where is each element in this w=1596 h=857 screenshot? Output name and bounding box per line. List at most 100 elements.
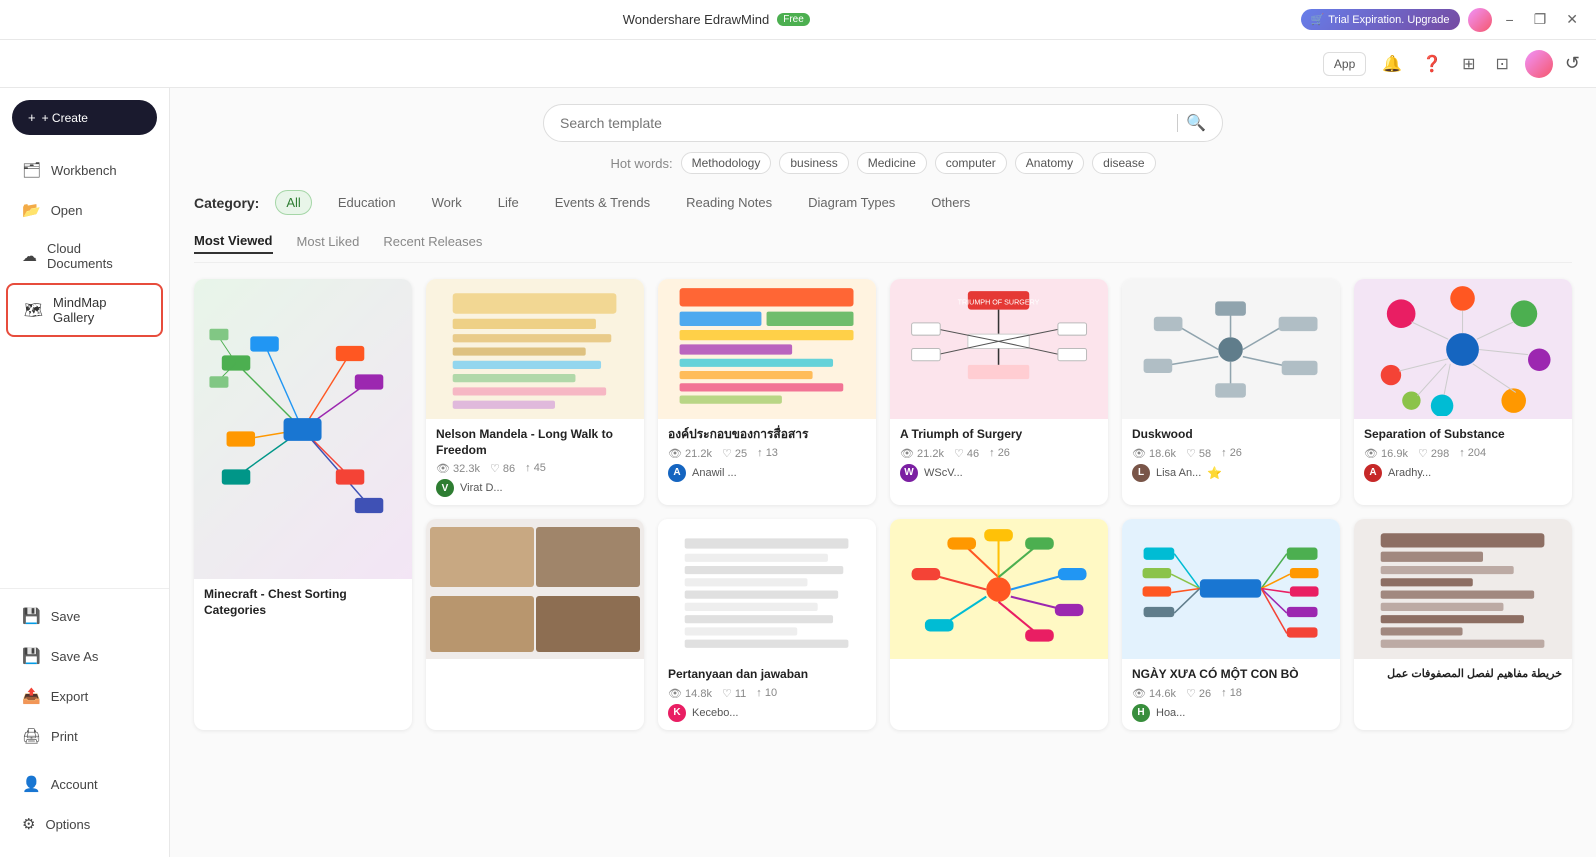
- separation-card-body: Separation of Substance 👁 16.9k ♡ 298 ↑ …: [1354, 419, 1572, 490]
- category-row: Category: All Education Work Life Events…: [194, 190, 1572, 215]
- plus-icon: +: [28, 110, 36, 125]
- minimize-button[interactable]: −: [1500, 10, 1520, 30]
- ngayxua-author-avatar: H: [1132, 704, 1150, 722]
- help-icon[interactable]: ❓: [1418, 50, 1446, 78]
- refresh-icon[interactable]: ↺: [1565, 53, 1580, 74]
- pertanyaan-title: Pertanyaan dan jawaban: [668, 667, 866, 683]
- create-button[interactable]: + + Create: [12, 100, 157, 135]
- ong-author-avatar: A: [668, 464, 686, 482]
- cloud-icon: ☁: [22, 247, 37, 265]
- free-badge: Free: [777, 13, 810, 26]
- card-ong[interactable]: องค์ประกอบของการสื่อสาร 👁 21.2k ♡ 25 ↑ 1…: [658, 279, 876, 505]
- toolbar: App 🔔 ❓ ⊞ ⊡ ↺: [0, 40, 1596, 88]
- sidebar-item-print[interactable]: 🖨 Print: [6, 717, 163, 755]
- ong-stats: 👁 21.2k ♡ 25 ↑ 13: [668, 447, 866, 460]
- category-work[interactable]: Work: [422, 191, 472, 214]
- category-reading[interactable]: Reading Notes: [676, 191, 782, 214]
- sidebar-item-mindmap-gallery[interactable]: 🗺 MindMap Gallery: [6, 283, 163, 337]
- user-avatar[interactable]: [1468, 8, 1492, 32]
- nelson-likes: ♡ 86: [490, 462, 515, 475]
- nelson-comments: ↑ 45: [525, 462, 546, 475]
- card-pertanyaan[interactable]: Pertanyaan dan jawaban 👁 14.8k ♡ 11 ↑ 10…: [658, 519, 876, 730]
- search-button[interactable]: 🔍: [1186, 113, 1206, 133]
- card-historical[interactable]: [426, 519, 644, 730]
- ong-author: A Anawil ...: [668, 464, 866, 482]
- arabic-card-body: خريطة مفاهيم لفصل المصفوفات عمل: [1354, 659, 1572, 693]
- sidebar-item-workbench[interactable]: 🗂 Workbench: [6, 151, 163, 189]
- tab-most-liked[interactable]: Most Liked: [297, 229, 360, 254]
- sidebar-item-open[interactable]: 📂 Open: [6, 191, 163, 229]
- nelson-views: 👁 32.3k: [436, 462, 480, 475]
- card-ngay-xua[interactable]: NGÀY XƯA CÓ MỘT CON BÒ 👁 14.6k ♡ 26 ↑ 18…: [1122, 519, 1340, 730]
- triumph-title: A Triumph of Surgery: [900, 427, 1098, 443]
- ngayxua-preview: [1127, 523, 1334, 656]
- account-icon: 👤: [22, 775, 41, 793]
- category-life[interactable]: Life: [488, 191, 529, 214]
- options-icon: ⚙: [22, 815, 35, 833]
- tabs-row: Most Viewed Most Liked Recent Releases: [194, 229, 1572, 263]
- hot-tag-methodology[interactable]: Methodology: [681, 152, 772, 174]
- nelson-stats: 👁 32.3k ♡ 86 ↑ 45: [436, 462, 634, 475]
- hot-tag-anatomy[interactable]: Anatomy: [1015, 152, 1084, 174]
- restore-button[interactable]: ❐: [1528, 9, 1553, 30]
- pertanyaan-author: K Kecebo...: [668, 704, 866, 722]
- tab-recent[interactable]: Recent Releases: [383, 229, 482, 254]
- search-input[interactable]: [560, 115, 1169, 131]
- card-arabic[interactable]: خريطة مفاهيم لفصل المصفوفات عمل: [1354, 519, 1572, 730]
- sidebar-item-cloud[interactable]: ☁ Cloud Documents: [6, 231, 163, 281]
- triumph-author: W WScV...: [900, 464, 1098, 482]
- separation-preview: [1359, 283, 1566, 416]
- card-nelson[interactable]: Nelson Mandela - Long Walk to Freedom 👁 …: [426, 279, 644, 505]
- toolbar-avatar[interactable]: [1525, 50, 1553, 78]
- hot-tag-disease[interactable]: disease: [1092, 152, 1155, 174]
- triumph-preview: TRIUMPH OF SURGERY: [895, 283, 1102, 416]
- duskwood-card-body: Duskwood 👁 18.6k ♡ 58 ↑ 26 L Lisa An... …: [1122, 419, 1340, 490]
- sidebar-item-save[interactable]: 💾 Save: [6, 597, 163, 635]
- export-icon: 📤: [22, 687, 41, 705]
- radial-title: [900, 667, 1098, 679]
- separation-author: A Aradhy...: [1364, 464, 1562, 482]
- nelson-author-avatar: V: [436, 479, 454, 497]
- titlebar-center: Wondershare EdrawMind Free: [623, 12, 810, 27]
- tab-most-viewed[interactable]: Most Viewed: [194, 229, 273, 254]
- sidebar-item-save-as[interactable]: 💾 Save As: [6, 637, 163, 675]
- duskwood-preview: [1127, 283, 1334, 416]
- hot-tag-medicine[interactable]: Medicine: [857, 152, 927, 174]
- minecraft-title: Minecraft - Chest Sorting Categories: [204, 587, 402, 618]
- card-duskwood[interactable]: Duskwood 👁 18.6k ♡ 58 ↑ 26 L Lisa An... …: [1122, 279, 1340, 505]
- category-others[interactable]: Others: [921, 191, 980, 214]
- nelson-title: Nelson Mandela - Long Walk to Freedom: [436, 427, 634, 458]
- titlebar-right: 🛒 Trial Expiration. Upgrade − ❐ ✕: [1301, 8, 1584, 32]
- hot-tag-computer[interactable]: computer: [935, 152, 1007, 174]
- card-minecraft[interactable]: Minecraft - Chest Sorting Categories: [194, 279, 412, 730]
- hot-tag-business[interactable]: business: [779, 152, 848, 174]
- close-button[interactable]: ✕: [1560, 9, 1584, 30]
- minecraft-preview: [199, 287, 406, 572]
- ngayxua-author: H Hoa...: [1132, 704, 1330, 722]
- search-divider: [1177, 114, 1178, 132]
- layout-icon[interactable]: ⊡: [1492, 50, 1513, 78]
- ngayxua-title: NGÀY XƯA CÓ MỘT CON BÒ: [1132, 667, 1330, 683]
- duskwood-title: Duskwood: [1132, 427, 1330, 443]
- separation-stats: 👁 16.9k ♡ 298 ↑ 204: [1364, 447, 1562, 460]
- sidebar: + + Create 🗂 Workbench 📂 Open ☁ Cloud Do…: [0, 88, 170, 857]
- grid-icon[interactable]: ⊞: [1458, 50, 1479, 78]
- category-all[interactable]: All: [275, 190, 311, 215]
- bell-icon[interactable]: 🔔: [1378, 50, 1406, 78]
- card-triumph[interactable]: TRIUMPH OF SURGERY: [890, 279, 1108, 505]
- ong-title: องค์ประกอบของการสื่อสาร: [668, 427, 866, 443]
- card-radial[interactable]: [890, 519, 1108, 730]
- sidebar-item-account[interactable]: 👤 Account: [6, 765, 163, 803]
- sidebar-item-export[interactable]: 📤 Export: [6, 677, 163, 715]
- category-education[interactable]: Education: [328, 191, 406, 214]
- trial-upgrade-button[interactable]: 🛒 Trial Expiration. Upgrade: [1301, 9, 1460, 30]
- gallery-grid: Minecraft - Chest Sorting Categories: [194, 279, 1572, 730]
- sidebar-item-options[interactable]: ⚙ Options: [6, 805, 163, 843]
- category-diagram[interactable]: Diagram Types: [798, 191, 905, 214]
- triumph-stats: 👁 21.2k ♡ 46 ↑ 26: [900, 447, 1098, 460]
- card-separation[interactable]: Separation of Substance 👁 16.9k ♡ 298 ↑ …: [1354, 279, 1572, 505]
- triumph-author-avatar: W: [900, 464, 918, 482]
- ong-card-body: องค์ประกอบของการสื่อสาร 👁 21.2k ♡ 25 ↑ 1…: [658, 419, 876, 490]
- app-button[interactable]: App: [1323, 52, 1366, 76]
- category-events[interactable]: Events & Trends: [545, 191, 660, 214]
